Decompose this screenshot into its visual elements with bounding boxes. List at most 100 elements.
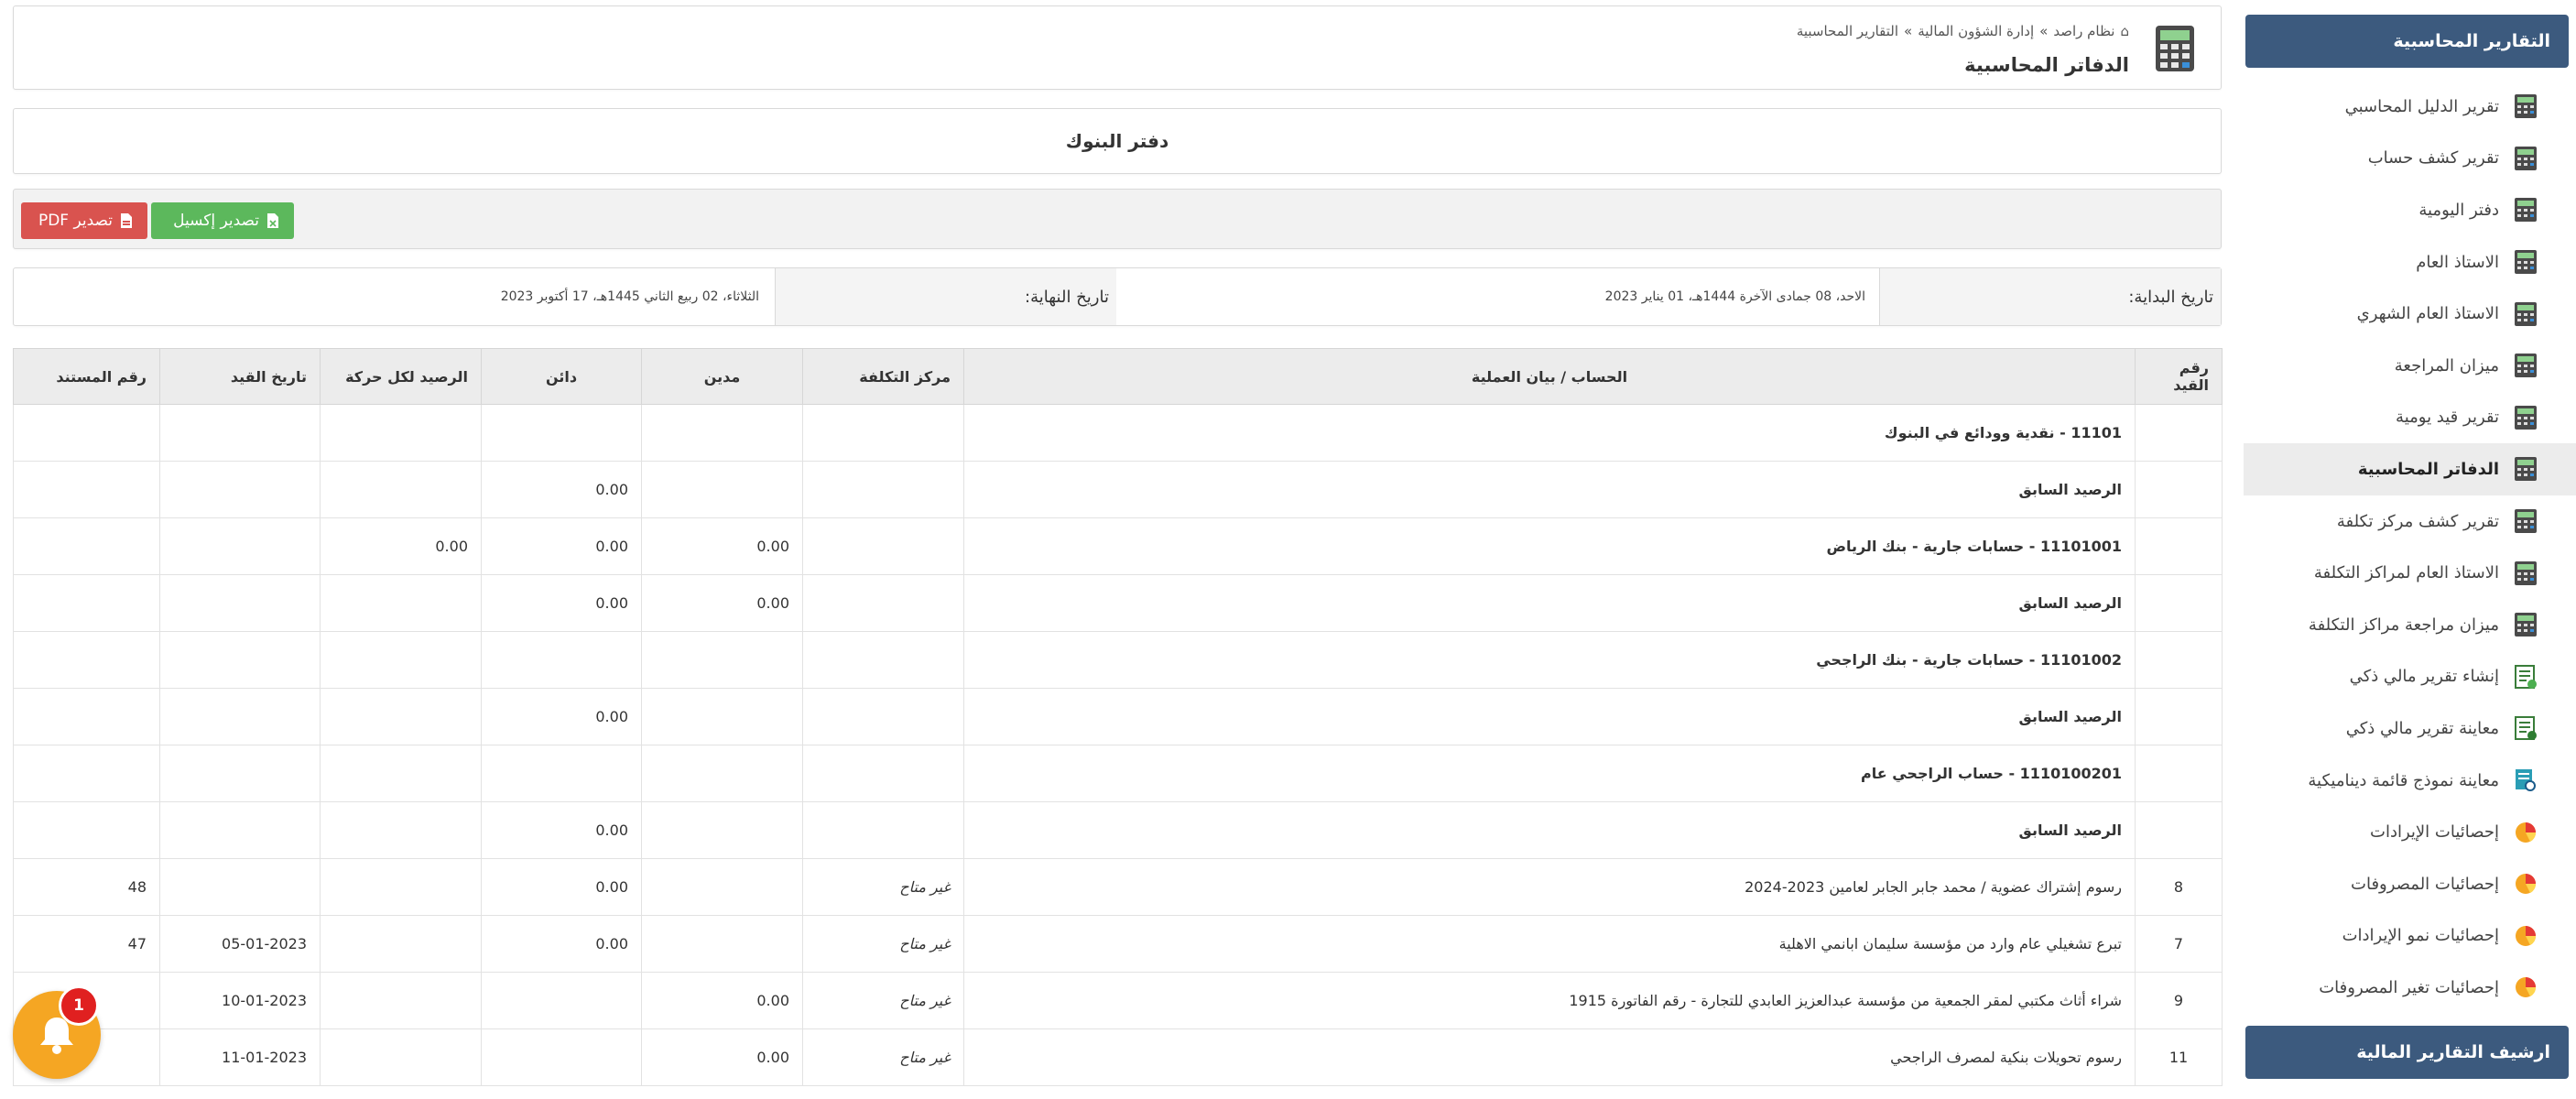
table-row[interactable]: 11101 - نقدية وودائع في البنوك [13,404,2223,462]
table-row[interactable]: 11101001 - حسابات جارية - بنك الرياض 0.00… [13,517,2223,575]
entry-no-cell [2135,745,2223,802]
search-report-icon [2514,767,2538,793]
sidebar-item-label: تقرير كشف حساب [2367,148,2499,169]
start-date-value: الاحد، 08 جمادى الآخرة 1444هـ، 01 يناير … [1604,289,1865,304]
export-pdf-button[interactable]: تصدير PDF [21,202,147,239]
debit-cell [641,915,803,973]
sidebar: التقارير المحاسبية تقرير الدليل المحاسبي… [2244,0,2576,1099]
header-entry-date[interactable]: تاريخ القيد [159,348,321,405]
sidebar-archive-header[interactable]: ارشيف التقارير المالية [2245,1026,2569,1079]
entry-date-cell [159,461,321,518]
sidebar-item[interactable]: تقرير كشف مركز تكلفة [2244,495,2576,548]
breadcrumb-current[interactable]: التقارير المحاسبية [1797,23,1898,39]
calculator-icon [2514,197,2538,223]
table-row[interactable]: الرصيد السابق 0.00 [13,461,2223,518]
breadcrumb-home[interactable]: نظام راصد [2053,23,2114,39]
table-row[interactable]: الرصيد السابق 0.00 [13,801,2223,859]
breadcrumb-separator: » [2039,23,2049,39]
debit-cell [641,631,803,689]
spreadsheet-add-icon [2514,664,2538,690]
description-cell: 11101 - نقدية وودائع في البنوك [963,404,2136,462]
description-cell: رسوم إشتراك عضوية / محمد جابر الجابر لعا… [963,858,2136,916]
debit-cell [641,801,803,859]
sidebar-item[interactable]: الدفاتر المحاسبية [2244,443,2576,495]
header-debit[interactable]: مدين [641,348,803,405]
entry-no-cell [2135,404,2223,462]
sidebar-item-label: إنشاء تقرير مالي ذكي [2349,667,2499,687]
debit-cell [641,858,803,916]
sidebar-item-label: إحصائيات الإيرادات [2370,822,2499,843]
sidebar-item-label: دفتر اليومية [2418,200,2499,220]
sidebar-item[interactable]: تقرير كشف حساب [2244,133,2576,185]
sidebar-item[interactable]: إحصائيات تغير المصروفات [2244,962,2576,1014]
table-header-row: رقم القيد الحساب / بيان العملية مركز الت… [13,348,2223,405]
balance-cell [320,858,482,916]
calculator-icon [2514,456,2538,482]
cost-center-cell [802,801,964,859]
debit-cell: 0.00 [641,972,803,1029]
sidebar-item[interactable]: إحصائيات نمو الإيرادات [2244,910,2576,963]
balance-cell: 0.00 [320,517,482,575]
sidebar-item[interactable]: معاينة تقرير مالي ذكي [2244,702,2576,755]
cost-center-cell: غير متاح [802,858,964,916]
table-row[interactable]: الرصيد السابق 0.00 [13,688,2223,745]
home-icon: ⌂ [2120,23,2129,39]
credit-cell [481,972,642,1029]
balance-cell [320,801,482,859]
table-row[interactable]: الرصيد السابق 0.00 0.00 [13,574,2223,632]
sidebar-item[interactable]: الاستاذ العام [2244,236,2576,288]
description-cell: رسوم تحويلات بنكية لمصرف الراجحي [963,1028,2136,1086]
sidebar-menu: تقرير الدليل المحاسبي تقرير كشف حساب دفتر … [2244,81,2576,1014]
header-cost-center[interactable]: مركز التكلفة [802,348,964,405]
end-date-cell: الثلاثاء، 02 ربيع الثاني 1445هـ، 17 أكتو… [12,268,776,325]
header-entry-no[interactable]: رقم القيد [2135,348,2223,405]
entry-date-cell [159,688,321,745]
page-header: ⌂ نظام راصد » إدارة الشؤون المالية » الت… [13,5,2222,90]
sidebar-item[interactable]: تقرير الدليل المحاسبي [2244,81,2576,133]
export-excel-button[interactable]: تصدير إكسيل [151,202,294,239]
pie-chart-icon [2514,871,2538,897]
calculator-icon [2514,146,2538,171]
sidebar-item[interactable]: إنشاء تقرير مالي ذكي [2244,651,2576,703]
cost-center-cell [802,631,964,689]
breadcrumb-section[interactable]: إدارة الشؤون المالية [1918,23,2034,39]
cost-center-cell [802,404,964,462]
cost-center-cell: غير متاح [802,1028,964,1086]
balance-cell [320,461,482,518]
header-credit[interactable]: دائن [481,348,642,405]
sidebar-item[interactable]: الاستاذ العام لمراكز التكلفة [2244,547,2576,599]
table-row[interactable]: 11101002 - حسابات جارية - بنك الراجحي [13,631,2223,689]
header-doc-no[interactable]: رقم المستند [13,348,160,405]
sidebar-item[interactable]: إحصائيات المصروفات [2244,858,2576,910]
sidebar-item[interactable]: الاستاذ العام الشهري [2244,288,2576,340]
balance-cell [320,972,482,1029]
table-row[interactable]: 9 شراء أثاث مكتبي لمقر الجمعية من مؤسسة ع… [13,972,2223,1029]
calculator-icon [2514,301,2538,327]
calculator-icon [2514,93,2538,119]
sidebar-item[interactable]: تقرير قيد يومية [2244,392,2576,444]
sidebar-item[interactable]: إحصائيات الإيرادات [2244,806,2576,858]
sidebar-item[interactable]: دفتر اليومية [2244,184,2576,236]
sidebar-item-label: معاينة تقرير مالي ذكي [2345,718,2499,738]
table-row[interactable]: 11 رسوم تحويلات بنكية لمصرف الراجحي غير مت… [13,1028,2223,1086]
table-row[interactable]: 1110100201 - حساب الراجحي عام [13,745,2223,802]
credit-cell: 0.00 [481,858,642,916]
description-cell: 11101001 - حسابات جارية - بنك الرياض [963,517,2136,575]
credit-cell: 0.00 [481,688,642,745]
table-row[interactable]: 8 رسوم إشتراك عضوية / محمد جابر الجابر لع… [13,858,2223,916]
notification-count-badge: 1 [59,985,99,1026]
calculator-icon [2514,560,2538,586]
calculator-icon [2514,249,2538,275]
header-account[interactable]: الحساب / بيان العملية [963,348,2136,405]
sidebar-header-label: التقارير المحاسبية [2393,31,2550,51]
entry-date-cell: 10-01-2023 [159,972,321,1029]
sidebar-item[interactable]: ميزان المراجعة [2244,340,2576,392]
sidebar-item[interactable]: ميزان مراجعة مراكز التكلفة [2244,599,2576,651]
sidebar-header[interactable]: التقارير المحاسبية [2245,15,2569,68]
cost-center-cell: غير متاح [802,915,964,973]
sidebar-item[interactable]: معاينة نموذج قائمة ديناميكية [2244,755,2576,807]
table-row[interactable]: 7 تبرع تشغيلي عام وارد من مؤسسة سليمان اب… [13,915,2223,973]
header-balance[interactable]: الرصيد لكل حركة [320,348,482,405]
credit-cell [481,631,642,689]
balance-cell [320,915,482,973]
